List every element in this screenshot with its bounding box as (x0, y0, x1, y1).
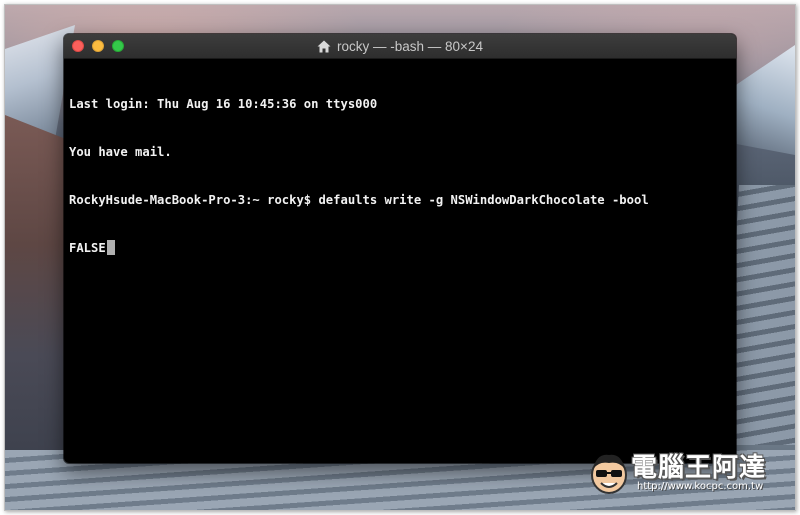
terminal-input-line[interactable]: FALSE (69, 240, 732, 256)
home-icon (317, 40, 331, 52)
terminal-output[interactable]: Last login: Thu Aug 16 10:45:36 on ttys0… (69, 64, 732, 459)
terminal-window[interactable]: rocky — -bash — 80×24 Last login: Thu Au… (64, 34, 736, 463)
mascot-face-icon (591, 454, 627, 494)
title-bar[interactable]: rocky — -bash — 80×24 (64, 34, 736, 59)
terminal-line: You have mail. (69, 145, 172, 159)
terminal-line: FALSE (69, 241, 106, 255)
text-cursor (106, 240, 115, 255)
watermark: 電腦王阿達 http://www.kocpc.com.tw (589, 445, 794, 501)
watermark-url: http://www.kocpc.com.tw (637, 481, 764, 492)
screenshot-frame: rocky — -bash — 80×24 Last login: Thu Au… (4, 4, 796, 511)
terminal-line: Last login: Thu Aug 16 10:45:36 on ttys0… (69, 97, 378, 111)
terminal-line: RockyHsude-MacBook-Pro-3:~ rocky$ defaul… (69, 193, 649, 207)
watermark-title: 電腦王阿達 (631, 453, 767, 483)
window-title-group: rocky — -bash — 80×24 (64, 34, 736, 58)
window-title: rocky — -bash — 80×24 (337, 38, 483, 54)
